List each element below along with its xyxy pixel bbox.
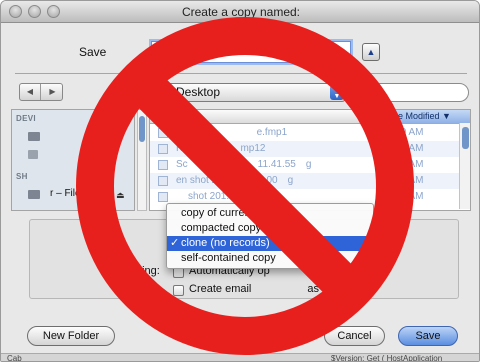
sidebar-scroll-thumb[interactable] bbox=[139, 116, 145, 142]
file-name: Sc 11.41.55 g bbox=[176, 159, 312, 170]
sidebar-item-shared[interactable]: r – File... bbox=[50, 188, 89, 199]
server-icon bbox=[28, 190, 40, 199]
eject-icon[interactable]: ⏏ bbox=[116, 190, 125, 201]
file-list-header: Name Date Modified ▼ bbox=[150, 110, 470, 124]
popup-arrows-icon: ▲ ▼ bbox=[330, 85, 344, 100]
cancel-button[interactable]: Cancel bbox=[324, 326, 385, 346]
columns-icon: ◫ bbox=[124, 86, 134, 97]
column-header-name[interactable]: Name bbox=[176, 111, 200, 121]
sidebar-heading-devices: DEVI bbox=[16, 114, 36, 123]
sidebar: DEVI r SL SH r – File... ⏏ bbox=[11, 109, 135, 211]
back-button[interactable]: ◀ bbox=[20, 84, 41, 100]
forward-arrow-icon: ▶ bbox=[49, 87, 56, 96]
save-button[interactable]: Save bbox=[398, 326, 458, 346]
background-text-right: $Version; Get ( HostApplication bbox=[331, 354, 443, 362]
menu-item-copy-of-current-file[interactable]: copy of current file bbox=[167, 206, 373, 221]
file-date: 11:49 AM bbox=[382, 143, 424, 154]
disk-icon bbox=[28, 150, 38, 159]
window-title: Create a copy named: bbox=[181, 5, 301, 19]
new-folder-button[interactable]: New Folder bbox=[27, 326, 115, 346]
filemaker-file-icon bbox=[158, 144, 168, 154]
table-row[interactable]: K2Punch e.fmp1 11:49 AM bbox=[150, 125, 460, 141]
image-file-icon bbox=[158, 192, 168, 202]
menu-item-clone-label: clone (no records) bbox=[181, 237, 270, 249]
file-name: K2Pu mp12 bbox=[176, 143, 266, 154]
expand-dialog-button[interactable]: ▲ bbox=[362, 43, 380, 61]
menu-item-clone[interactable]: ✓ clone (no records) bbox=[167, 236, 373, 251]
image-file-icon bbox=[158, 176, 168, 186]
file-list: Name Date Modified ▼ K2Punch e.fmp1 11:49… bbox=[149, 109, 471, 211]
sidebar-scrollbar[interactable] bbox=[137, 109, 147, 211]
forward-button[interactable]: ▶ bbox=[42, 84, 63, 100]
saving-label: saving: bbox=[125, 265, 160, 277]
image-file-icon bbox=[158, 160, 168, 170]
copy-type-menu: copy of current file compacted copy (sma… bbox=[166, 203, 374, 269]
save-copy-dialog: Create a copy named: Save ▲ ◀ ▶ ◫ Deskto… bbox=[0, 0, 480, 362]
file-name: shot 201... 11.36.37 bbox=[188, 191, 276, 202]
file-date: 11:49 AM bbox=[382, 127, 424, 138]
hard-drive-icon bbox=[28, 132, 40, 141]
sort-descending-icon: ▼ bbox=[442, 111, 451, 121]
back-arrow-icon: ◀ bbox=[26, 87, 34, 96]
checkmark-icon: ✓ bbox=[170, 237, 180, 249]
column-view-button[interactable]: ◫ bbox=[118, 83, 140, 101]
save-as-label: Save bbox=[79, 45, 107, 59]
sidebar-item-device[interactable]: r SL bbox=[86, 130, 104, 141]
menu-item-compacted-copy[interactable]: compacted copy (smalle bbox=[167, 221, 373, 236]
file-name-input[interactable] bbox=[151, 41, 351, 63]
back-forward-buttons: ◀ ▶ bbox=[19, 83, 63, 101]
folder-icon bbox=[158, 87, 172, 98]
location-popup[interactable]: Desktop ▲ ▼ bbox=[151, 83, 346, 102]
title-bar: Create a copy named: bbox=[1, 1, 479, 23]
file-list-scroll-thumb[interactable] bbox=[462, 127, 469, 149]
column-header-date-label: Date Modified bbox=[384, 111, 440, 121]
background-text-left: Cab bbox=[7, 354, 22, 362]
file-date: 11:37 AM bbox=[382, 175, 424, 186]
search-icon: ⚲ bbox=[363, 85, 372, 99]
table-row[interactable]: K2Pu mp12 11:49 AM bbox=[150, 141, 460, 157]
table-row[interactable]: Sc 11.41.55 g 11:41 AM bbox=[150, 157, 460, 173]
file-date: 11:36 AM bbox=[382, 191, 424, 202]
file-name: en shot 201... 11.37.00 g bbox=[176, 175, 294, 186]
file-name: K2Punch e.fmp1 bbox=[176, 127, 288, 138]
create-email-checkbox[interactable] bbox=[173, 285, 184, 296]
sidebar-heading-shared: SH bbox=[16, 172, 28, 181]
location-label: Desktop bbox=[176, 85, 221, 99]
search-input[interactable]: ⚲ bbox=[355, 83, 469, 102]
background-window-strip: Cab $Version; Get ( HostApplication bbox=[1, 353, 479, 362]
table-row[interactable]: en shot 201... 11.37.00 g 11:37 AM bbox=[150, 173, 460, 189]
file-date: 11:41 AM bbox=[382, 159, 424, 170]
filemaker-file-icon bbox=[158, 128, 168, 138]
disclosure-up-icon: ▲ bbox=[366, 47, 376, 57]
create-email-label: Create email as attachment bbox=[189, 283, 377, 295]
column-header-date-modified[interactable]: Date Modified ▼ bbox=[380, 110, 470, 123]
menu-item-self-contained-copy[interactable]: self-contained copy file) bbox=[167, 251, 373, 266]
divider bbox=[15, 73, 467, 74]
file-list-scrollbar[interactable] bbox=[459, 123, 470, 209]
